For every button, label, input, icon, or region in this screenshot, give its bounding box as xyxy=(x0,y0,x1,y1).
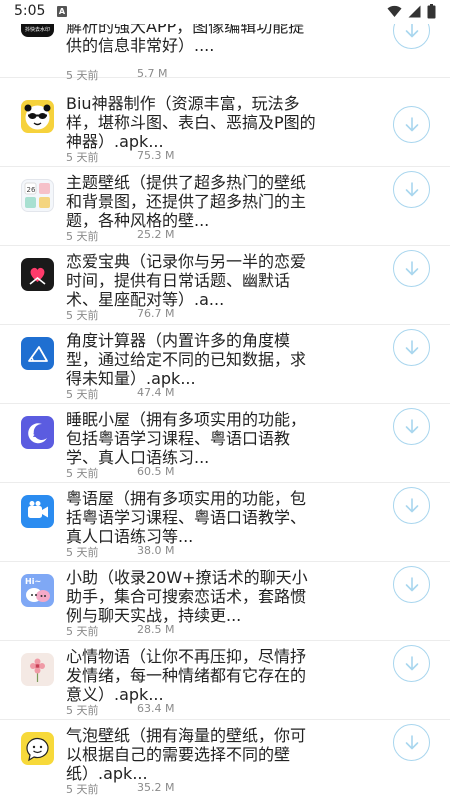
app-size: 60.5 M xyxy=(137,465,175,478)
app-size: 28.5 M xyxy=(137,623,175,636)
app-title: 主题壁纸（提供了超多热门的壁纸和背景图，还提供了超多热门的主题，各种风格的壁..… xyxy=(66,173,307,230)
download-button[interactable] xyxy=(393,645,430,682)
angle-icon xyxy=(21,337,54,370)
download-arrow-icon xyxy=(405,339,418,354)
app-title: 气泡壁纸（拥有海量的壁纸，你可以根据自己的需要选择不同的壁纸）.apk... xyxy=(66,726,307,783)
app-time: 5 天前 xyxy=(66,151,99,164)
icon-caption: 抖快去水印 xyxy=(24,27,50,33)
list-item[interactable]: 角度计算器（内置许多的角度模型，通过给定不同的已知数据，求得未知量）.apk..… xyxy=(0,325,450,404)
list-item[interactable]: Biu神器制作（资源丰富，玩法多样，堪称斗图、表白、恶搞及P图的神器）.apk.… xyxy=(0,88,450,167)
download-arrow-icon xyxy=(405,576,418,591)
app-size: 63.4 M xyxy=(137,702,175,715)
video-camera-icon xyxy=(21,495,54,528)
download-arrow-icon xyxy=(405,418,418,433)
status-bar: 5:05 A xyxy=(0,0,450,24)
smiley-bubble-icon xyxy=(21,732,54,765)
app-title: 心情物语（让你不再压抑，尽情抒发情绪，每一种情绪都有它存在的意义）.apk... xyxy=(66,647,307,704)
download-button[interactable] xyxy=(393,250,430,287)
wifi-icon xyxy=(387,5,402,17)
app-title: 角度计算器（内置许多的角度模型，通过给定不同的已知数据，求得未知量）.apk..… xyxy=(66,331,307,388)
app-size: 35.2 M xyxy=(137,781,175,794)
icon-caption: Hi~ xyxy=(25,577,42,586)
download-arrow-icon xyxy=(405,22,418,37)
app-time: 5 天前 xyxy=(66,625,99,638)
download-button[interactable] xyxy=(393,487,430,524)
app-title: Biu神器制作（资源丰富，玩法多样，堪称斗图、表白、恶搞及P图的神器）.apk.… xyxy=(66,94,316,151)
panda-face-icon xyxy=(21,100,54,133)
download-arrow-icon xyxy=(405,181,418,196)
download-button[interactable] xyxy=(393,106,430,143)
list-item[interactable]: 心情物语（让你不再压抑，尽情抒发情绪，每一种情绪都有它存在的意义）.apk...… xyxy=(0,641,450,720)
signal-icon xyxy=(408,5,421,18)
download-button[interactable] xyxy=(393,171,430,208)
app-time: 5 天前 xyxy=(66,309,99,322)
download-arrow-icon xyxy=(405,497,418,512)
download-arrow-icon xyxy=(405,116,418,131)
app-time: 5 天前 xyxy=(66,783,99,796)
app-size: 25.2 M xyxy=(137,228,175,241)
status-time: 5:05 xyxy=(14,3,46,19)
app-time: 5 天前 xyxy=(66,546,99,559)
download-button[interactable] xyxy=(393,724,430,761)
app-time: 5 天前 xyxy=(66,230,99,243)
svg-text:26: 26 xyxy=(27,186,36,194)
download-arrow-icon xyxy=(405,734,418,749)
app-title: 粤语屋（拥有多项实用的功能，包括粤语学习课程、粤语口语教学、真人口语练习等... xyxy=(66,489,307,546)
battery-icon xyxy=(427,4,436,19)
moon-sleep-icon: z z xyxy=(21,416,54,449)
app-time: 5 天前 xyxy=(66,69,99,82)
download-button[interactable] xyxy=(393,566,430,603)
svg-text:z: z xyxy=(36,430,39,436)
app-size: 75.3 M xyxy=(137,149,175,162)
app-time: 5 天前 xyxy=(66,388,99,401)
list-item[interactable]: 恋爱宝典（记录你与另一半的恋爱时间，提供有日常话题、幽默话术、星座配对等）.a.… xyxy=(0,246,450,325)
app-size: 76.7 M xyxy=(137,307,175,320)
download-arrow-icon xyxy=(405,260,418,275)
app-time: 5 天前 xyxy=(66,704,99,717)
app-title: 小助（收录20W+撩话术的聊天小助手，集合可搜索恋话术，套路惯例与聊天实战，持续… xyxy=(66,568,308,625)
theme-grid-icon: 26 xyxy=(21,179,54,212)
chat-bubbles-icon: Hi~ xyxy=(21,574,54,607)
app-title: 睡眠小屋（拥有多项实用的功能，包括粤语学习课程、粤语口语教学、真人口语练习... xyxy=(66,410,307,467)
list-item[interactable]: 粤语屋（拥有多项实用的功能，包括粤语学习课程、粤语口语教学、真人口语练习等...… xyxy=(0,483,450,562)
list-item[interactable]: z z 睡眠小屋（拥有多项实用的功能，包括粤语学习课程、粤语口语教学、真人口语练… xyxy=(0,404,450,483)
status-icons xyxy=(387,4,436,19)
app-size: 38.0 M xyxy=(137,544,175,557)
app-time: 5 天前 xyxy=(66,467,99,480)
download-arrow-icon xyxy=(405,655,418,670)
app-size: 47.4 M xyxy=(137,386,175,399)
app-size: 5.7 M xyxy=(137,67,168,80)
heart-hands-icon xyxy=(21,258,54,291)
app-title: 恋爱宝典（记录你与另一半的恋爱时间，提供有日常话题、幽默话术、星座配对等）.a.… xyxy=(66,252,307,309)
download-button[interactable] xyxy=(393,329,430,366)
flower-icon xyxy=(21,653,54,686)
list-item[interactable]: 气泡壁纸（拥有海量的壁纸，你可以根据自己的需要选择不同的壁纸）.apk... 5… xyxy=(0,720,450,800)
list-item[interactable]: 26 主题壁纸（提供了超多热门的壁纸和背景图，还提供了超多热门的主题，各种风格的… xyxy=(0,167,450,246)
download-button[interactable] xyxy=(393,408,430,445)
list-item[interactable]: Hi~ 小助（收录20W+撩话术的聊天小助手，集合可搜索恋话术，套路惯例与聊天实… xyxy=(0,562,450,641)
notification-icon: A xyxy=(57,6,67,17)
